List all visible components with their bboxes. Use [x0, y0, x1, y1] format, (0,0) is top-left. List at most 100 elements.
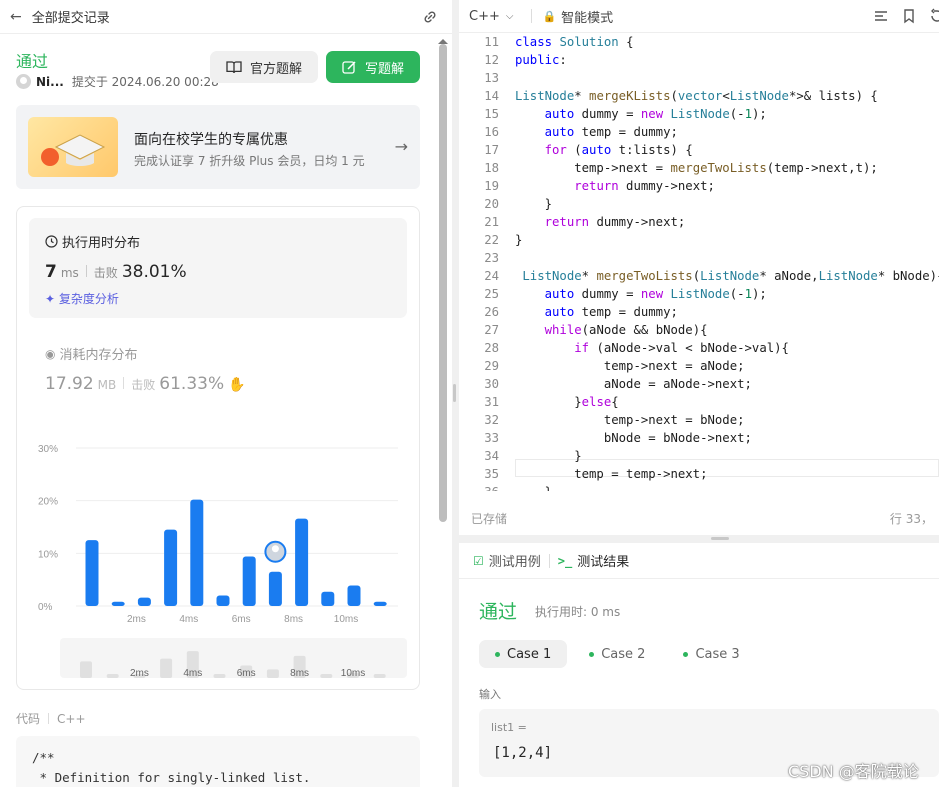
- arrow-right-icon[interactable]: →: [395, 137, 408, 156]
- runtime-value-row: 7 ms 击败 38.01%: [45, 262, 191, 282]
- line-number: 28: [484, 341, 499, 355]
- chart-bar[interactable]: [137, 597, 151, 606]
- code-line[interactable]: bNode = bNode->next;: [515, 429, 752, 447]
- code-line[interactable]: while(aNode && bNode){: [515, 321, 708, 339]
- case-tab-1[interactable]: Case 1: [479, 640, 568, 668]
- test-result-panel: ☑ 测试用例 >_ 测试结果 通过 执行用时: 0 ms Case 1 Case…: [459, 543, 939, 787]
- format-icon[interactable]: [873, 8, 889, 24]
- write-solution-button[interactable]: 写题解: [326, 51, 420, 83]
- scrollbar-thumb[interactable]: [439, 44, 447, 522]
- runtime-distribution-chart[interactable]: 30% 20% 10% 0% 2ms 4ms 6ms 8ms 10ms: [30, 436, 410, 626]
- divider: [123, 377, 125, 389]
- tab-testcase[interactable]: ☑ 测试用例: [473, 551, 541, 571]
- chart-bar[interactable]: [295, 518, 309, 606]
- chart-bar[interactable]: [373, 601, 387, 606]
- code-line[interactable]: for (auto t:lists) {: [515, 141, 693, 159]
- panel-resize-handle[interactable]: [452, 0, 458, 787]
- code-line[interactable]: }: [515, 447, 581, 465]
- runtime-stats[interactable]: 执行用时分布 7 ms 击败 38.01% ✦ 复杂度分析: [29, 218, 407, 318]
- line-number: 21: [484, 215, 499, 229]
- code-line[interactable]: }: [515, 195, 552, 213]
- code-line[interactable]: if (aNode->val < bNode->val){: [515, 339, 789, 357]
- code-area[interactable]: 11 class Solution {12 public: 13 14 ListNode*…: [459, 33, 939, 491]
- submission-status: 通过: [16, 52, 49, 71]
- code-line[interactable]: }: [515, 231, 522, 249]
- chevron-down-icon[interactable]: ⌵: [506, 11, 514, 22]
- case-label: Case 2: [601, 646, 646, 662]
- code-line[interactable]: ListNode* mergeTwoLists(ListNode* aNode,…: [515, 267, 939, 285]
- line-number: 26: [484, 305, 499, 319]
- smart-mode-toggle[interactable]: 智能模式: [561, 7, 613, 26]
- chart-bar[interactable]: [111, 601, 125, 606]
- code-line[interactable]: ListNode* mergeKLists(vector<ListNode*>&…: [515, 87, 878, 105]
- line-number: 35: [484, 467, 499, 481]
- chart-bar[interactable]: [347, 585, 361, 606]
- code-line[interactable]: }: [515, 483, 552, 491]
- clap-icon: ✋: [228, 377, 246, 393]
- line-number: 14: [484, 89, 499, 103]
- code-line[interactable]: temp->next = aNode;: [515, 357, 745, 375]
- chart-bar[interactable]: [216, 595, 230, 606]
- chart-bar[interactable]: [321, 591, 335, 606]
- line-number: 34: [484, 449, 499, 463]
- pass-dot-icon: [589, 651, 595, 657]
- bookmark-icon[interactable]: [901, 8, 917, 24]
- chart-bar[interactable]: [268, 571, 282, 606]
- cursor-position: 行 33，: [889, 512, 933, 526]
- code-line[interactable]: public:: [515, 51, 567, 69]
- chart-bar[interactable]: [242, 556, 256, 606]
- link-icon[interactable]: [422, 9, 438, 25]
- code-line[interactable]: temp->next = bNode;: [515, 411, 745, 429]
- line-number: 19: [484, 179, 499, 193]
- line-number: 27: [484, 323, 499, 337]
- runtime-label: 执行用时分布: [62, 236, 141, 251]
- watermark: CSDN @客院载论: [788, 762, 919, 781]
- tab-testcase-label: 测试用例: [488, 555, 541, 570]
- student-promo-banner[interactable]: 面向在校学生的专属优惠 完成认证享 7 折升级 Plus 会员，日均 1 元 →: [16, 105, 420, 189]
- chart-range-minimap[interactable]: 2ms 4ms 6ms 8ms 10ms: [60, 638, 407, 678]
- runtime-beat-label: 击败: [93, 266, 118, 280]
- chart-bar[interactable]: [164, 529, 178, 606]
- minimap-tick-label: 8ms: [290, 668, 309, 678]
- line-number: 32: [484, 413, 499, 427]
- checkbox-icon: ☑: [473, 553, 484, 568]
- editor-toolbar-icons: [873, 8, 939, 24]
- chart-bar[interactable]: [85, 540, 99, 606]
- pass-dot-icon: [495, 651, 500, 657]
- code-line[interactable]: return dummy->next;: [515, 177, 715, 195]
- code-line[interactable]: auto dummy = new ListNode(-1);: [515, 105, 767, 123]
- case-tab-3[interactable]: Case 3: [667, 640, 755, 668]
- chart-bar[interactable]: [190, 499, 204, 606]
- case-label: Case 1: [507, 646, 552, 662]
- code-line[interactable]: class Solution {: [515, 33, 633, 51]
- code-line[interactable]: }else{: [515, 393, 618, 411]
- user-name[interactable]: Ni...: [36, 75, 64, 89]
- back-arrow-icon[interactable]: ←: [10, 9, 22, 25]
- code-line[interactable]: auto temp = dummy;: [515, 303, 678, 321]
- code-line[interactable]: temp = temp->next;: [515, 465, 707, 483]
- tab-result[interactable]: >_ 测试结果: [558, 551, 629, 571]
- line-number: 13: [484, 71, 499, 85]
- complexity-analysis-link[interactable]: ✦ 复杂度分析: [45, 290, 119, 307]
- line-number: 18: [484, 161, 499, 175]
- y-tick-label: 30%: [38, 444, 58, 455]
- case-tab-2[interactable]: Case 2: [573, 640, 661, 668]
- code-line[interactable]: auto temp = dummy;: [515, 123, 678, 141]
- horizontal-resize-grip[interactable]: [711, 537, 729, 540]
- avatar[interactable]: [16, 74, 31, 89]
- language-select[interactable]: C++: [469, 9, 500, 24]
- resize-grip[interactable]: [453, 384, 456, 402]
- reset-icon[interactable]: [929, 8, 939, 24]
- code-line[interactable]: auto dummy = new ListNode(-1);: [515, 285, 767, 303]
- promo-title: 面向在校学生的专属优惠: [134, 132, 288, 148]
- avatar-head: [271, 545, 279, 553]
- submission-meta: Ni... 提交于 2024.06.20 00:28: [16, 73, 219, 90]
- minimap-bar: [266, 669, 279, 678]
- code-line[interactable]: temp->next = mergeTwoLists(temp->next,t)…: [515, 159, 878, 177]
- back-label[interactable]: 全部提交记录: [32, 7, 110, 26]
- code-line[interactable]: aNode = aNode->next;: [515, 375, 752, 393]
- code-line[interactable]: return dummy->next;: [515, 213, 686, 231]
- official-solution-button[interactable]: 官方题解: [210, 51, 318, 83]
- submit-time: 提交于 2024.06.20 00:28: [71, 75, 219, 89]
- memory-beat-value: 61.33%: [159, 374, 225, 394]
